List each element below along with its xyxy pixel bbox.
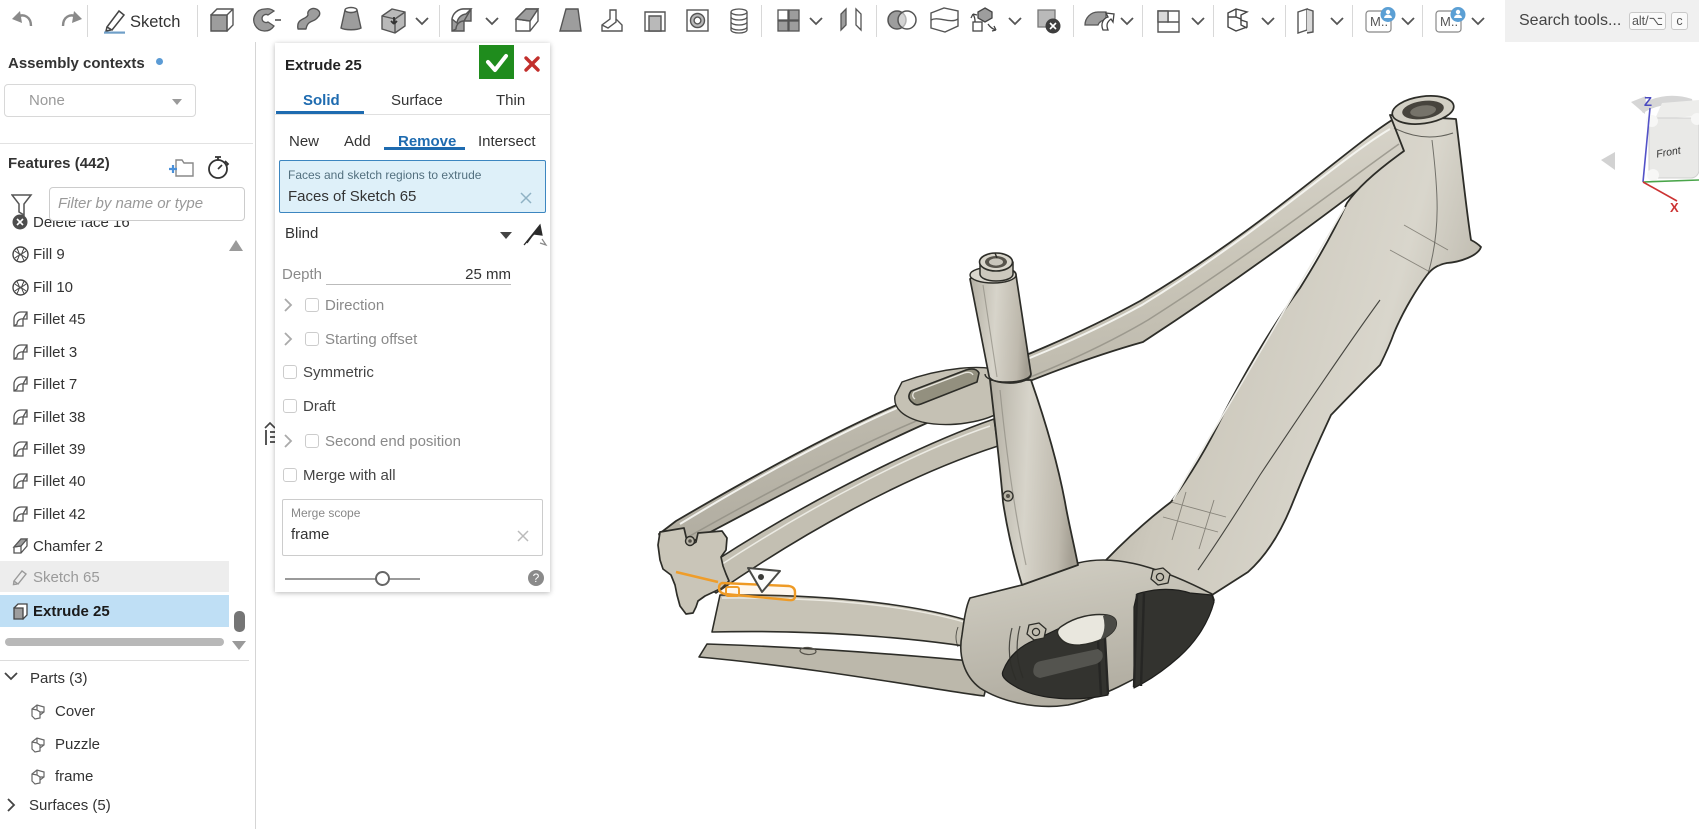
svg-text:X: X [1670,200,1679,215]
svg-text:Sketch: Sketch [130,13,180,31]
svg-text:Z: Z [1644,94,1652,109]
